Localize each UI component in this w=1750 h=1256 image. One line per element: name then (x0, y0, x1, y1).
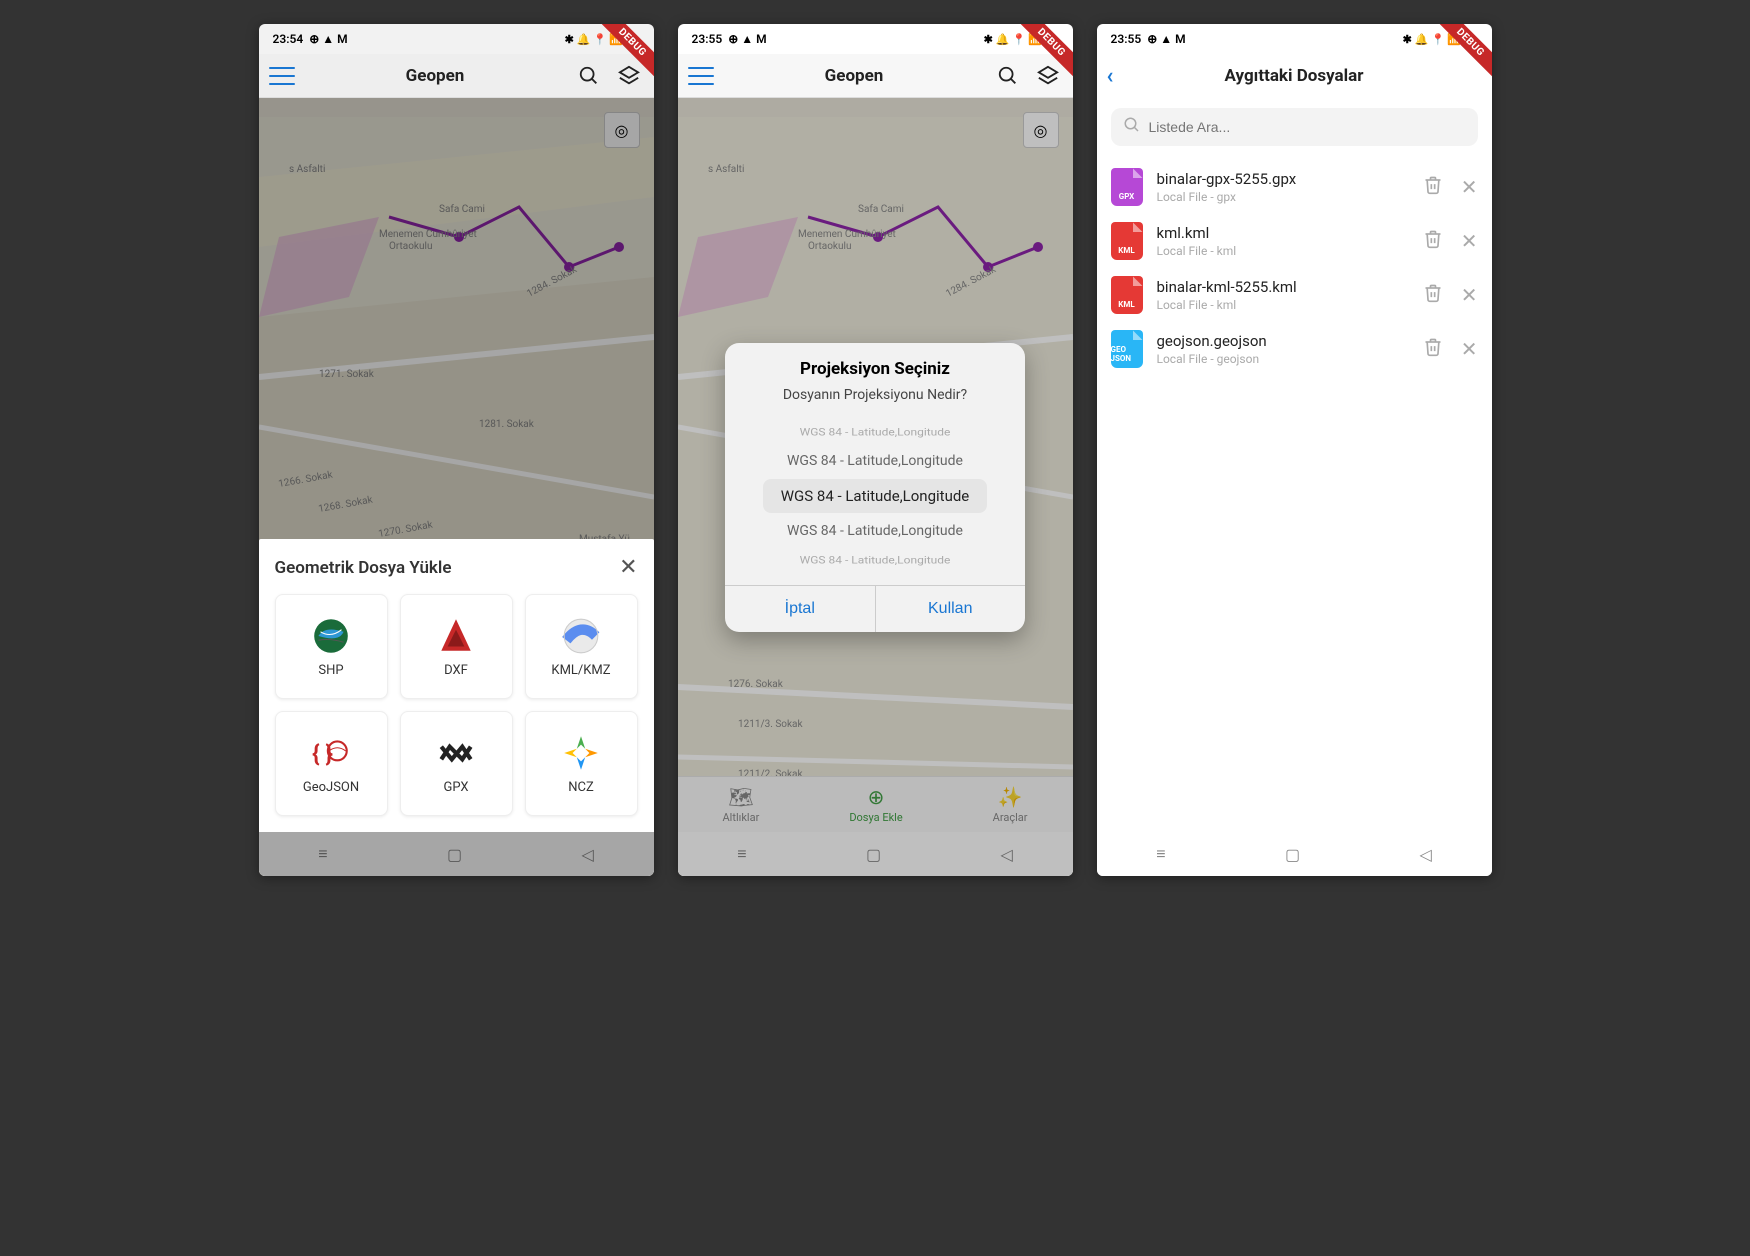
app-header: ‹ Aygıttaki Dosyalar (1097, 54, 1492, 98)
file-type-icon: GEO JSON (1111, 330, 1143, 368)
status-icons-left: ⊕ ▲ M (728, 32, 766, 46)
file-sub: Local File - kml (1157, 298, 1409, 312)
file-sub: Local File - kml (1157, 244, 1409, 258)
format-ncz[interactable]: NCZ (525, 711, 638, 816)
close-icon[interactable]: ✕ (1461, 175, 1478, 199)
file-row[interactable]: KML binalar-kml-5255.kml Local File - km… (1097, 268, 1492, 322)
sheet-title: Geometrik Dosya Yükle (275, 558, 452, 578)
screen-2: DEBUG 23:55 ⊕ ▲ M ✱ 🔔 📍 📶 🔋 Geopen (678, 24, 1073, 876)
file-type-icon: KML (1111, 222, 1143, 260)
cancel-button[interactable]: İptal (725, 586, 876, 632)
format-geojson[interactable]: { } GeoJSON (275, 711, 388, 816)
file-name: geojson.geojson (1157, 332, 1409, 350)
dxf-icon (435, 615, 477, 657)
screen-3: DEBUG 23:55 ⊕ ▲ M ✱ 🔔 📍 📶 🔋 ‹ Aygıttaki … (1097, 24, 1492, 876)
format-label: GPX (443, 780, 468, 795)
format-kml[interactable]: KML/KMZ (525, 594, 638, 699)
search-icon (1123, 116, 1141, 138)
use-button[interactable]: Kullan (876, 586, 1026, 632)
file-name: kml.kml (1157, 224, 1409, 242)
picker-option[interactable]: WGS 84 - Latitude,Longitude (777, 519, 973, 543)
file-row[interactable]: GEO JSON geojson.geojson Local File - ge… (1097, 322, 1492, 376)
file-type-icon: KML (1111, 276, 1143, 314)
system-nav: ≡ ▢ ◁ (1097, 832, 1492, 876)
status-time: 23:55 (1111, 32, 1142, 46)
kml-icon (560, 615, 602, 657)
picker-option[interactable]: WGS 84 - Latitude,Longitude (777, 449, 973, 473)
format-label: KML/KMZ (551, 663, 610, 678)
page-title: Aygıttaki Dosyalar (1225, 66, 1364, 86)
back-icon[interactable]: ◁ (1419, 845, 1431, 864)
file-sub: Local File - geojson (1157, 352, 1409, 366)
format-shp[interactable]: SHP (275, 594, 388, 699)
picker-option-selected[interactable]: WGS 84 - Latitude,Longitude (763, 479, 988, 513)
menu-button[interactable] (269, 67, 295, 85)
status-time: 23:54 (273, 32, 304, 46)
app-title: Geopen (406, 66, 465, 86)
file-upload-sheet: Geometrik Dosya Yükle ✕ SHP DXF KML/KM (259, 539, 654, 832)
file-sub: Local File - gpx (1157, 190, 1409, 204)
picker-title: Projeksiyon Seçiniz (725, 343, 1025, 379)
picker-subtitle: Dosyanın Projeksiyonu Nedir? (725, 379, 1025, 413)
format-label: NCZ (568, 780, 594, 795)
geojson-icon: { } (310, 732, 352, 774)
status-bar: 23:55 ⊕ ▲ M ✱ 🔔 📍 📶 🔋 (1097, 24, 1492, 54)
format-label: DXF (444, 663, 468, 678)
close-icon[interactable]: ✕ (1461, 283, 1478, 307)
file-row[interactable]: KML kml.kml Local File - kml ✕ (1097, 214, 1492, 268)
picker-option[interactable]: WGS 84 - Latitude,Longitude (790, 422, 961, 441)
menu-button[interactable] (688, 67, 714, 85)
file-type-icon: GPX (1111, 168, 1143, 206)
status-bar: 23:54 ⊕ ▲ M ✱ 🔔 📍 📶 🔋 (259, 24, 654, 54)
format-dxf[interactable]: DXF (400, 594, 513, 699)
picker-wheel[interactable]: WGS 84 - Latitude,Longitude WGS 84 - Lat… (725, 413, 1025, 585)
shp-icon (310, 615, 352, 657)
file-row[interactable]: GPX binalar-gpx-5255.gpx Local File - gp… (1097, 160, 1492, 214)
status-icons-left: ⊕ ▲ M (309, 32, 347, 46)
delete-icon[interactable] (1423, 229, 1443, 253)
status-bar: 23:55 ⊕ ▲ M ✱ 🔔 📍 📶 🔋 (678, 24, 1073, 54)
file-list: GPX binalar-gpx-5255.gpx Local File - gp… (1097, 156, 1492, 380)
gpx-icon (435, 732, 477, 774)
close-icon[interactable]: ✕ (619, 555, 637, 580)
search-icon[interactable] (994, 62, 1022, 90)
layers-icon[interactable] (615, 62, 643, 90)
delete-icon[interactable] (1423, 283, 1443, 307)
app-header: Geopen (678, 54, 1073, 98)
delete-icon[interactable] (1423, 337, 1443, 361)
format-label: GeoJSON (303, 780, 359, 795)
layers-icon[interactable] (1034, 62, 1062, 90)
picker-option[interactable]: WGS 84 - Latitude,Longitude (790, 550, 961, 569)
format-gpx[interactable]: GPX (400, 711, 513, 816)
app-title: Geopen (825, 66, 884, 86)
home-icon[interactable]: ▢ (1285, 845, 1300, 864)
file-name: binalar-gpx-5255.gpx (1157, 170, 1409, 188)
status-icons-left: ⊕ ▲ M (1147, 32, 1185, 46)
app-header: Geopen (259, 54, 654, 98)
search-input[interactable] (1149, 119, 1466, 135)
delete-icon[interactable] (1423, 175, 1443, 199)
ncz-icon (560, 732, 602, 774)
close-icon[interactable]: ✕ (1461, 229, 1478, 253)
status-time: 23:55 (692, 32, 723, 46)
format-label: SHP (318, 663, 343, 678)
map-area[interactable]: s Asfalti Safa Cami Menemen Cumhûriyet O… (678, 98, 1073, 876)
picker-modal: Projeksiyon Seçiniz Dosyanın Projeksiyon… (678, 98, 1073, 876)
close-icon[interactable]: ✕ (1461, 337, 1478, 361)
back-button[interactable]: ‹ (1107, 64, 1114, 89)
search-icon[interactable] (575, 62, 603, 90)
screen-1: DEBUG 23:54 ⊕ ▲ M ✱ 🔔 📍 📶 🔋 Geopen (259, 24, 654, 876)
file-name: binalar-kml-5255.kml (1157, 278, 1409, 296)
recent-apps-icon[interactable]: ≡ (1156, 844, 1165, 864)
search-box[interactable] (1111, 108, 1478, 146)
